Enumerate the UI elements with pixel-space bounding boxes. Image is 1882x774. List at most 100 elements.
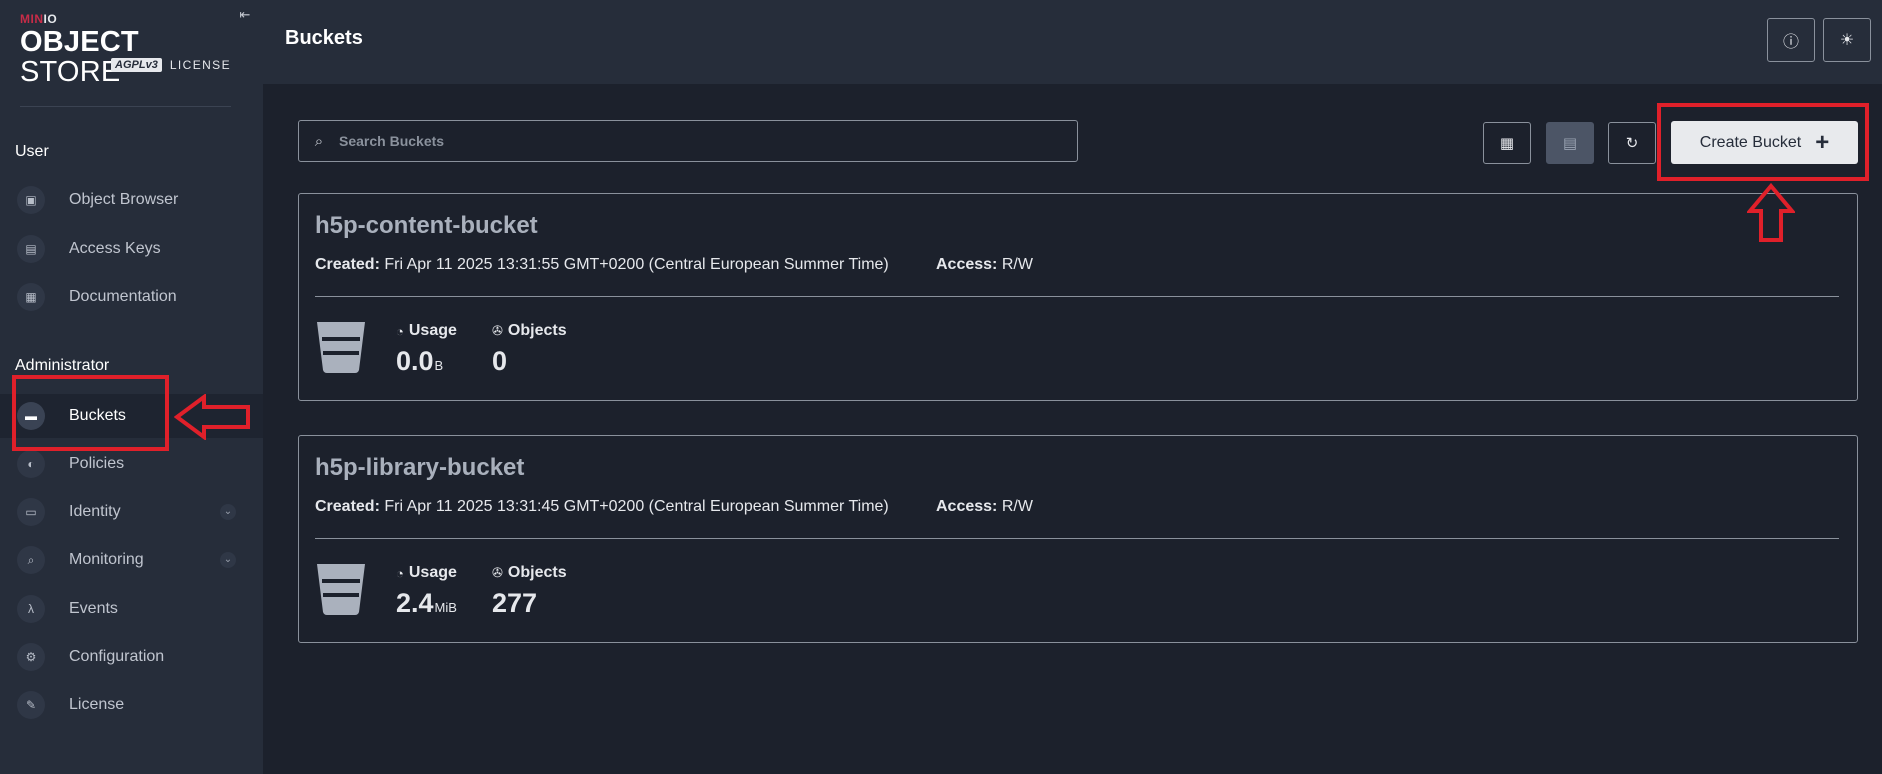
sidebar-item-label: Events [69, 600, 118, 617]
page-title: Buckets [285, 27, 363, 49]
sidebar-item-access-keys[interactable]: ▤ Access Keys [0, 227, 263, 271]
chevron-down-icon[interactable]: ⌄ [220, 504, 236, 520]
lambda-icon: λ [17, 595, 45, 623]
minio-logo: MINIO OBJECT STORE AGPLv3 LICENSE [20, 12, 235, 87]
usage-value: 0.0B [396, 346, 457, 377]
usage-label: ◔ Usage [396, 322, 457, 340]
sidebar-item-identity[interactable]: ▭ Identity ⌄ [0, 490, 263, 534]
bucket-access: Access: R/W [936, 498, 1033, 516]
access-keys-icon: ▤ [17, 235, 45, 263]
objects-icon: ✇ [492, 323, 503, 338]
logo-brand-part1: MIN [20, 12, 44, 26]
created-value: Fri Apr 11 2025 13:31:55 GMT+0200 (Centr… [384, 256, 889, 273]
help-button[interactable]: ⓘ [1767, 18, 1815, 62]
access-label: Access: [936, 256, 998, 273]
identity-icon: ▭ [17, 498, 45, 526]
pie-chart-icon: ◔ [396, 323, 404, 339]
access-value: R/W [1001, 498, 1033, 515]
sidebar-item-label: Documentation [69, 288, 177, 305]
bucket-icon [317, 564, 365, 615]
search-icon: ⌕ [314, 132, 324, 150]
bucket-name[interactable]: h5p-library-bucket [315, 454, 524, 482]
annotation-arrow-up-icon [1747, 183, 1795, 242]
objects-value: 0 [492, 346, 508, 376]
bucket-created: Created: Fri Apr 11 2025 13:31:55 GMT+02… [315, 256, 889, 274]
card-divider [315, 538, 1839, 539]
sidebar-divider [20, 106, 231, 107]
bucket-created: Created: Fri Apr 11 2025 13:31:45 GMT+02… [315, 498, 889, 516]
created-label: Created: [315, 498, 380, 515]
policies-icon: ◐ [17, 450, 45, 478]
bucket-card[interactable]: h5p-content-bucket Created: Fri Apr 11 2… [298, 193, 1858, 401]
search-input[interactable] [339, 133, 1059, 149]
usage-stat: ◔ Usage 2.4MiB [396, 564, 457, 619]
logo-product: OBJECT STORE [20, 27, 235, 87]
sidebar-item-license[interactable]: ✎ License [0, 683, 263, 727]
sidebar-item-label: License [69, 696, 125, 713]
theme-toggle-button[interactable]: ☀ [1823, 18, 1871, 62]
sidebar-item-label: Monitoring [69, 551, 144, 568]
section-title-administrator: Administrator [15, 357, 110, 374]
usage-number: 2.4 [396, 588, 434, 618]
grid-view-button[interactable]: ▦ [1483, 122, 1531, 164]
annotation-highlight-buckets [12, 375, 169, 451]
bucket-name[interactable]: h5p-content-bucket [315, 212, 538, 240]
sidebar-item-object-browser[interactable]: ▣ Object Browser [0, 178, 263, 222]
created-label: Created: [315, 256, 380, 273]
objects-stat: ✇ Objects 0 [492, 322, 567, 377]
usage-value: 2.4MiB [396, 588, 457, 619]
sidebar-item-label: Configuration [69, 648, 165, 665]
help-icon: ⓘ [1782, 34, 1799, 51]
sidebar-item-documentation[interactable]: ▦ Documentation [0, 275, 263, 319]
license-icon: ✎ [17, 691, 45, 719]
card-divider [315, 296, 1839, 297]
logo-product-rest: STORE [20, 56, 121, 88]
access-label: Access: [936, 498, 998, 515]
collapse-sidebar-icon[interactable]: ⇤ [236, 6, 254, 24]
sun-icon: ☀ [1839, 32, 1855, 49]
chevron-down-icon[interactable]: ⌄ [220, 552, 236, 568]
usage-label-text: Usage [408, 322, 457, 339]
objects-label: ✇ Objects [492, 564, 567, 582]
created-value: Fri Apr 11 2025 13:31:45 GMT+0200 (Centr… [384, 498, 889, 515]
sidebar-item-configuration[interactable]: ⚙ Configuration [0, 635, 263, 679]
section-title-user: User [15, 143, 49, 160]
objects-value: 277 [492, 588, 538, 618]
sidebar-item-label: Policies [69, 455, 125, 472]
usage-label: ◔ Usage [396, 564, 457, 582]
refresh-button[interactable]: ↻ [1608, 122, 1656, 164]
refresh-icon: ↻ [1625, 135, 1639, 152]
sidebar-item-monitoring[interactable]: ⌕ Monitoring ⌄ [0, 538, 263, 582]
sidebar-item-label: Object Browser [69, 191, 179, 208]
documentation-icon: ▦ [17, 283, 45, 311]
annotation-arrow-left-icon [174, 394, 250, 440]
list-view-button[interactable]: ▤ [1546, 122, 1594, 164]
usage-unit: B [434, 358, 444, 373]
sidebar-item-events[interactable]: λ Events [0, 587, 263, 631]
objects-label-text: Objects [507, 322, 567, 339]
list-icon: ▤ [1562, 135, 1578, 152]
bucket-icon [317, 322, 365, 373]
pie-chart-icon: ◔ [396, 565, 404, 581]
logo-license: AGPLv3 LICENSE [111, 58, 231, 72]
usage-label-text: Usage [408, 564, 457, 581]
usage-number: 0.0 [396, 346, 434, 376]
bucket-card[interactable]: h5p-library-bucket Created: Fri Apr 11 2… [298, 435, 1858, 643]
monitoring-icon: ⌕ [17, 546, 45, 574]
sidebar-item-label: Access Keys [69, 240, 161, 257]
access-value: R/W [1001, 256, 1033, 273]
objects-label-text: Objects [507, 564, 567, 581]
usage-unit: MiB [434, 600, 457, 615]
object-browser-icon: ▣ [17, 186, 45, 214]
logo-brand-part2: IO [43, 12, 58, 26]
page-header: Buckets ⓘ ☀ [263, 0, 1882, 84]
gear-icon: ⚙ [17, 643, 45, 671]
usage-stat: ◔ Usage 0.0B [396, 322, 457, 377]
annotation-highlight-create-bucket [1657, 103, 1869, 181]
bucket-access: Access: R/W [936, 256, 1033, 274]
objects-icon: ✇ [492, 565, 503, 580]
agpl-badge: AGPLv3 [111, 58, 162, 72]
license-text: LICENSE [169, 58, 231, 72]
search-bar: ⌕ [298, 120, 1078, 162]
grid-icon: ▦ [1499, 135, 1515, 152]
